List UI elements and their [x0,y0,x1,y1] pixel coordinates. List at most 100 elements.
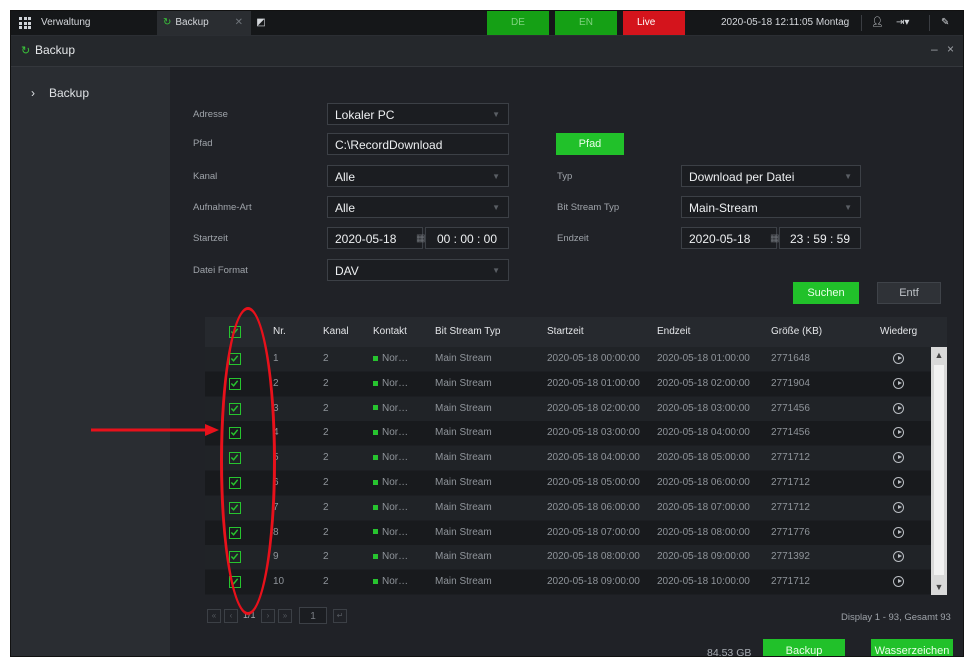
play-icon[interactable] [893,377,904,389]
close-tab-icon[interactable]: ✕ [235,11,243,35]
play-icon[interactable] [893,477,904,488]
col-channel[interactable]: Kanal [323,317,349,347]
cell-bitstream: Main Stream [435,477,492,488]
play-icon[interactable] [893,427,904,439]
tab-backup-label: Backup [175,17,209,28]
status-dot-icon [373,504,378,510]
cell-channel: 2 [323,427,329,439]
table-row[interactable]: 8 2 Nor… Main Stream 2020-05-18 07:00:00 2020… [205,520,931,545]
apps-grid-icon[interactable] [19,17,31,29]
table-scrollbar[interactable]: ▲ ▼ [931,347,947,595]
next-page-icon[interactable]: › [261,609,275,623]
address-value: Lokaler PC [335,108,395,122]
backup-button[interactable]: Backup [763,639,845,656]
window-title-bar: ↻ Backup – × [11,36,963,67]
end-date-input[interactable]: 2020-05-18 ▦ [681,227,779,249]
end-time-input[interactable]: 23 : 59 : 59 [779,227,861,249]
record-type-value: Alle [335,201,356,215]
table-row[interactable]: 9 2 Nor… Main Stream 2020-05-18 08:00:00 2020… [205,545,931,570]
bitstream-select[interactable]: Main-Stream ▼ [681,196,861,218]
col-nr[interactable]: Nr. [273,317,286,347]
channel-select[interactable]: Alle ▼ [327,165,509,187]
play-icon[interactable] [893,452,904,464]
tab-backup[interactable]: ↻ Backup ✕ [157,11,251,35]
live-button[interactable]: Live [623,11,685,35]
table-row[interactable]: 7 2 Nor… Main Stream 2020-05-18 06:00:00 2020… [205,495,931,520]
end-date-value: 2020-05-18 [689,232,751,246]
status-dot-icon [373,529,378,535]
first-page-icon[interactable]: « [207,609,221,623]
cell-contact: Nor… [373,570,408,594]
page-input[interactable]: 1 [299,607,327,624]
cell-channel: 2 [323,551,329,563]
sidebar-item-label: Backup [49,86,90,100]
cell-bitstream: Main Stream [435,551,492,563]
record-type-select[interactable]: Alle ▼ [327,196,509,218]
table-row[interactable]: 2 2 Nor… Main Stream 2020-05-18 01:00:00 2020… [205,371,931,396]
play-icon[interactable] [893,551,904,563]
logout-icon[interactable]: ⇥▾ [896,11,909,35]
col-start[interactable]: Startzeit [547,317,584,347]
cell-channel: 2 [323,576,329,588]
play-icon[interactable] [893,501,904,513]
cell-bitstream: Main Stream [435,353,492,364]
scroll-thumb[interactable] [934,365,944,575]
file-format-select[interactable]: DAV ▼ [327,259,509,281]
cell-bitstream: Main Stream [435,402,492,414]
col-size[interactable]: Größe (KB) [771,317,822,347]
edit-icon[interactable]: ✎ [941,11,949,35]
col-end[interactable]: Endzeit [657,317,690,347]
table-row[interactable]: 5 2 Nor… Main Stream 2020-05-18 04:00:00 2020… [205,446,931,471]
tab-overflow-icon[interactable]: ◩ [251,11,271,35]
table-row[interactable]: 6 2 Nor… Main Stream 2020-05-18 05:00:00 2020… [205,471,931,495]
cell-start: 2020-05-18 05:00:00 [547,477,640,488]
record-type-label: Aufnahme-Art [193,202,252,213]
table-row[interactable]: 10 2 Nor… Main Stream 2020-05-18 09:00:00 202… [205,570,931,595]
start-date-input[interactable]: 2020-05-18 ▦ [327,227,425,249]
cell-size: 2771776 [771,526,810,538]
cell-end: 2020-05-18 01:00:00 [657,353,750,364]
col-playback[interactable]: Wiederg [880,317,917,347]
sidebar-item-backup[interactable]: › Backup [11,83,170,103]
go-page-icon[interactable]: ↵ [333,609,347,623]
path-input[interactable]: C:\RecordDownload [327,133,509,155]
play-icon[interactable] [893,353,904,364]
bitstream-label: Bit Stream Typ [557,202,620,213]
cell-size: 2771712 [771,477,810,488]
play-icon[interactable] [893,402,904,414]
cell-size: 2771712 [771,452,810,464]
col-contact[interactable]: Kontakt [373,317,407,347]
display-info: Display 1 - 93, Gesamt 93 [841,612,951,623]
chevron-down-icon: ▼ [492,110,500,119]
path-label: Pfad [193,138,213,149]
start-time-input[interactable]: 00 : 00 : 00 [425,227,509,249]
watermark-button[interactable]: Wasserzeichen [871,639,953,656]
prev-page-icon[interactable]: ‹ [224,609,238,623]
search-button[interactable]: Suchen [793,282,859,304]
contact-text: Nor… [382,353,409,364]
table-row[interactable]: 4 2 Nor… Main Stream 2020-05-18 03:00:00 2020… [205,421,931,446]
scroll-down-icon[interactable]: ▼ [931,579,947,595]
lang-de-button[interactable]: DE [487,11,549,35]
path-button[interactable]: Pfad [556,133,624,155]
address-select[interactable]: Lokaler PC ▼ [327,103,509,125]
type-select[interactable]: Download per Datei ▼ [681,165,861,187]
cell-channel: 2 [323,377,329,389]
scroll-up-icon[interactable]: ▲ [931,347,947,363]
play-icon[interactable] [893,526,904,538]
play-icon[interactable] [893,576,904,588]
datetime-display: 2020-05-18 12:11:05 Montag [721,17,850,28]
tab-verwaltung[interactable]: Verwaltung [41,11,90,35]
contact-text: Nor… [382,452,409,464]
user-icon[interactable]: 👤︎ [871,11,884,35]
cell-contact: Nor… [373,521,408,545]
window-controls[interactable]: – × [931,42,957,56]
table-row[interactable]: 1 2 Nor… Main Stream 2020-05-18 00:00:00 2020… [205,347,931,371]
bitstream-value: Main-Stream [689,201,758,215]
table-row[interactable]: 3 2 Nor… Main Stream 2020-05-18 02:00:00 2020… [205,396,931,421]
clear-button[interactable]: Entf [877,282,941,304]
lang-en-button[interactable]: EN [555,11,617,35]
highlight-ellipse [220,307,276,615]
last-page-icon[interactable]: » [278,609,292,623]
col-bitstream[interactable]: Bit Stream Typ [435,317,500,347]
